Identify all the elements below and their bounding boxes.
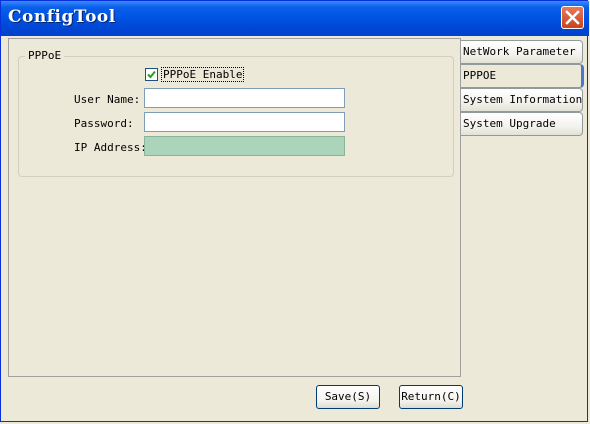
tab-network-parameter[interactable]: NetWork Parameter [461,40,583,64]
username-label: User Name: [74,93,141,106]
tab-system-information[interactable]: System Information [461,88,583,112]
tab-strip: NetWork Parameter PPPOE System Informati… [461,38,589,148]
password-input[interactable] [144,112,345,132]
pppoe-enable-checkbox[interactable] [145,68,158,81]
window-title: ConfigTool [8,7,116,27]
tab-system-upgrade[interactable]: System Upgrade [461,112,583,136]
return-button[interactable]: Return(C) [399,385,463,409]
ip-address-field [144,136,345,156]
close-icon [565,10,580,25]
group-legend: PPPoE [25,49,65,62]
tab-pppoe[interactable]: PPPOE [461,64,584,88]
config-tool-window: ConfigTool PPPoE PPPoE Enable User Name:… [0,0,589,422]
title-bar[interactable]: ConfigTool [1,1,589,36]
ip-address-label: IP Address: [74,141,147,154]
password-label: Password: [74,117,134,130]
save-button[interactable]: Save(S) [316,385,380,409]
pppoe-enable-label[interactable]: PPPoE Enable [161,67,245,82]
checkmark-icon [147,70,156,79]
username-input[interactable] [144,88,345,108]
close-button[interactable] [561,6,584,29]
